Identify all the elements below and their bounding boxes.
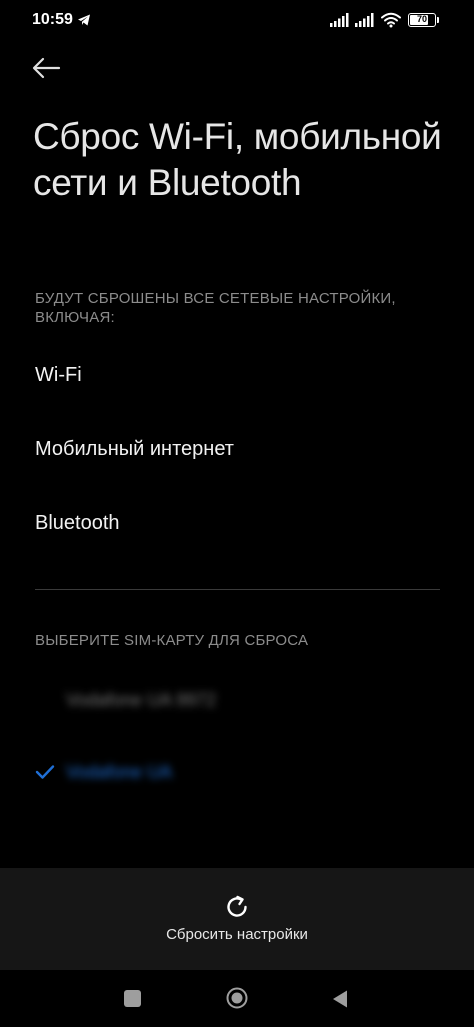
back-arrow-icon bbox=[30, 57, 62, 86]
back-icon[interactable] bbox=[331, 989, 349, 1014]
home-icon[interactable] bbox=[226, 987, 248, 1014]
wifi-icon bbox=[381, 12, 401, 33]
reset-item-bluetooth: Bluetooth bbox=[35, 512, 120, 534]
sim-option[interactable]: Vodafone UA 9972 bbox=[66, 690, 216, 711]
back-button[interactable] bbox=[30, 54, 70, 84]
reset-info-label: БУДУТ СБРОШЕНЫ ВСЕ СЕТЕВЫЕ НАСТРОЙКИ, ВК… bbox=[35, 290, 396, 326]
page-title: Сброс Wi-Fi, мобильной сети и Bluetooth bbox=[33, 116, 442, 203]
reset-button[interactable]: Сбросить настройки bbox=[0, 926, 474, 943]
sim-option-selected[interactable]: Vodafone UA bbox=[66, 762, 172, 783]
divider bbox=[35, 589, 440, 590]
battery-level: 70 bbox=[416, 14, 427, 24]
signal-icon bbox=[330, 13, 350, 32]
signal-icon bbox=[355, 13, 375, 32]
telegram-icon bbox=[77, 13, 91, 32]
recents-icon[interactable] bbox=[124, 990, 141, 1007]
battery-icon: 70 bbox=[408, 13, 436, 27]
battery-tip bbox=[437, 17, 439, 23]
reset-icon[interactable] bbox=[224, 894, 250, 925]
status-bar: 10:59 70 bbox=[0, 0, 474, 44]
checkmark-icon bbox=[35, 764, 55, 785]
reset-item-wifi: Wi-Fi bbox=[35, 364, 82, 386]
sim-section-label: ВЫБЕРИТЕ SIM-КАРТУ ДЛЯ СБРОСА bbox=[35, 632, 309, 649]
reset-item-mobile: Мобильный интернет bbox=[35, 438, 234, 460]
status-time: 10:59 bbox=[32, 11, 73, 28]
